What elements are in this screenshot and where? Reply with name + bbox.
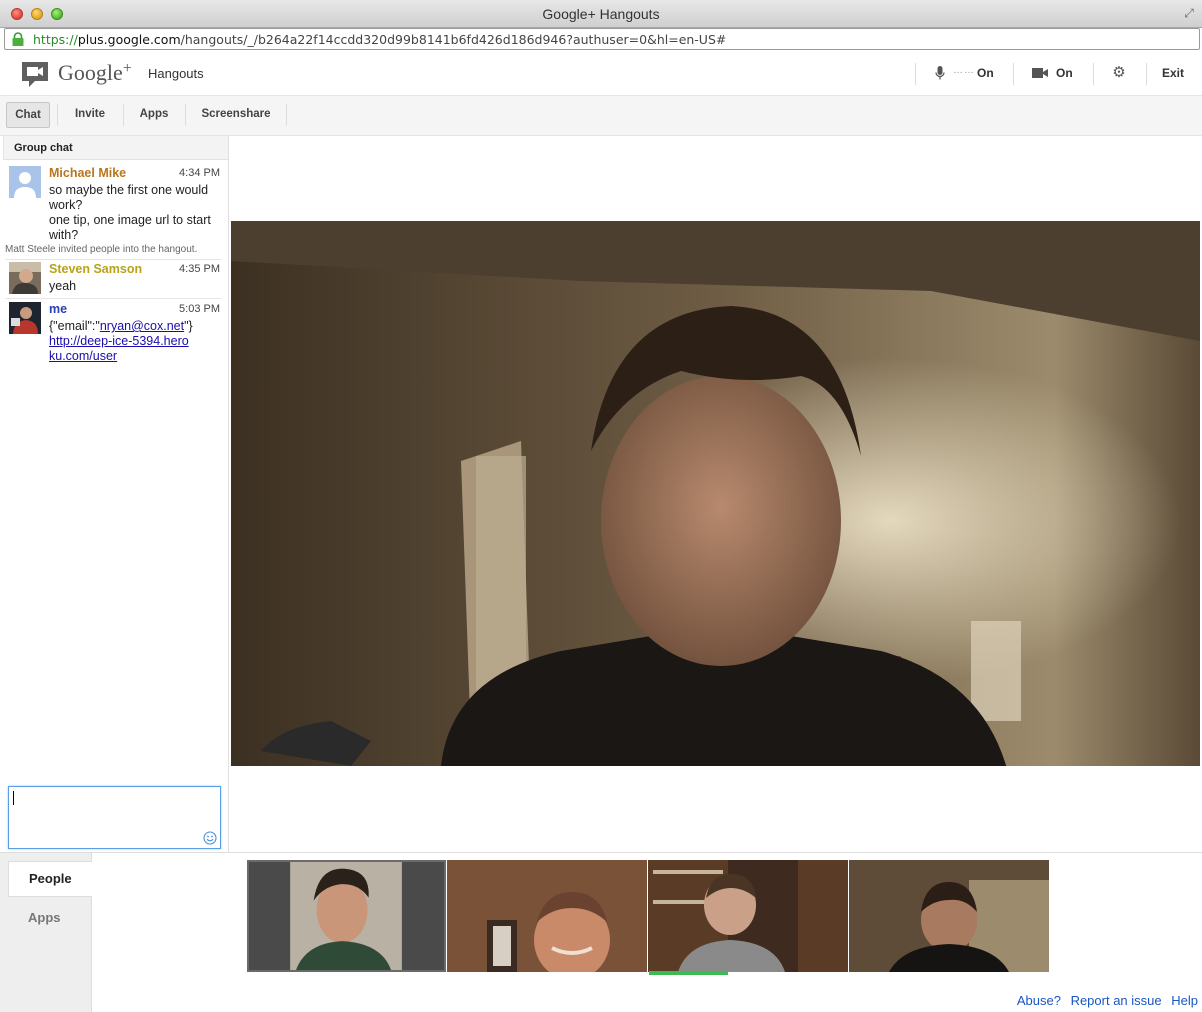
header-divider bbox=[1146, 63, 1147, 85]
exit-button[interactable]: Exit bbox=[1162, 66, 1184, 80]
chat-message: Michael Mike 4:34 PM so maybe the first … bbox=[3, 166, 228, 246]
header-divider bbox=[1093, 63, 1094, 85]
participant-thumbnail[interactable] bbox=[648, 860, 848, 972]
participant-thumbnail[interactable] bbox=[849, 860, 1049, 972]
emoji-icon[interactable] bbox=[203, 831, 217, 845]
message-text: {"email":"nryan@cox.net"} bbox=[49, 319, 221, 334]
message-divider bbox=[5, 259, 221, 260]
participants-bar: People Apps Abuse? Report an issue Help bbox=[0, 852, 1202, 1012]
message-time: 5:03 PM bbox=[179, 303, 220, 315]
chat-header-label: Group chat bbox=[14, 142, 73, 154]
window-title: Google+ Hangouts bbox=[542, 6, 660, 22]
header-divider bbox=[915, 63, 916, 85]
product-name: Hangouts bbox=[148, 66, 204, 81]
brand-text: Google bbox=[58, 60, 123, 85]
message-text: http://deep-ice-5394.heroku.com/user bbox=[49, 334, 189, 364]
avatar-me bbox=[9, 302, 41, 334]
toolbar-divider bbox=[185, 104, 186, 126]
toolbar-divider bbox=[286, 104, 287, 126]
hangouts-logo-icon bbox=[22, 62, 48, 87]
active-speaker-indicator bbox=[649, 971, 728, 975]
tab-invite[interactable]: Invite bbox=[62, 102, 118, 128]
participant-thumbnail[interactable] bbox=[447, 860, 647, 972]
chat-message: Steven Samson 4:35 PM yeah bbox=[3, 262, 228, 296]
message-sender[interactable]: Steven Samson bbox=[49, 262, 142, 276]
main-video-feed[interactable] bbox=[231, 221, 1200, 766]
tab-chat[interactable]: Chat bbox=[6, 102, 50, 128]
address-bar[interactable]: https://plus.google.com/hangouts/_/b264a… bbox=[4, 28, 1200, 50]
message-text-suffix: "} bbox=[184, 319, 193, 333]
gear-icon[interactable]: ⚙ bbox=[1111, 65, 1127, 81]
url-scheme: https:// bbox=[33, 32, 78, 47]
tab-people[interactable]: People bbox=[8, 861, 92, 897]
chat-message: me 5:03 PM {"email":"nryan@cox.net"} htt… bbox=[3, 302, 228, 366]
avatar-steven-samson bbox=[9, 262, 41, 294]
side-tabs: People Apps bbox=[0, 853, 92, 1012]
message-text: so maybe the first one would work? bbox=[49, 183, 209, 212]
message-text-prefix: {"email":" bbox=[49, 319, 100, 333]
participant-thumbnail[interactable] bbox=[247, 860, 446, 972]
message-sender[interactable]: Michael Mike bbox=[49, 166, 126, 180]
app-header: Google+ Hangouts …… On On ⚙ Exit bbox=[0, 51, 1202, 96]
chat-panel: Group chat Michael Mike 4:34 PM so maybe… bbox=[0, 136, 229, 852]
header-divider bbox=[1013, 63, 1014, 85]
mic-level-meter: …… bbox=[953, 65, 975, 76]
tab-screenshare[interactable]: Screenshare bbox=[190, 102, 282, 128]
toolbar: Chat Invite Apps Screenshare bbox=[0, 96, 1202, 136]
fullscreen-icon[interactable]: ⤢ bbox=[1182, 6, 1196, 20]
message-text: one tip, one image url to start with? bbox=[49, 213, 211, 242]
footer-links: Abuse? Report an issue Help bbox=[1011, 993, 1198, 1008]
toolbar-divider bbox=[57, 104, 58, 126]
chat-input[interactable] bbox=[8, 786, 221, 849]
microphone-icon[interactable] bbox=[935, 66, 945, 80]
mic-status[interactable]: On bbox=[977, 66, 994, 80]
message-divider bbox=[5, 298, 221, 299]
chat-header: Group chat bbox=[3, 136, 228, 160]
message-text: yeah bbox=[49, 279, 77, 293]
report-issue-link[interactable]: Report an issue bbox=[1071, 993, 1162, 1008]
window-titlebar: Google+ Hangouts ⤢ bbox=[0, 0, 1202, 28]
system-note: Matt Steele invited people into the hang… bbox=[5, 244, 198, 255]
camera-icon[interactable] bbox=[1032, 68, 1048, 78]
brand-plus: + bbox=[122, 60, 132, 77]
avatar-default-icon bbox=[9, 166, 41, 198]
google-plus-logo: Google+ bbox=[58, 60, 132, 86]
help-link[interactable]: Help bbox=[1171, 993, 1198, 1008]
url-link[interactable]: http://deep-ice-5394.heroku.com/user bbox=[49, 334, 189, 363]
toolbar-divider bbox=[123, 104, 124, 126]
email-link[interactable]: nryan@cox.net bbox=[100, 319, 184, 333]
url-text: https://plus.google.com/hangouts/_/b264a… bbox=[33, 32, 726, 47]
message-sender[interactable]: me bbox=[49, 302, 67, 316]
message-time: 4:35 PM bbox=[179, 263, 220, 275]
abuse-link[interactable]: Abuse? bbox=[1017, 993, 1061, 1008]
camera-status[interactable]: On bbox=[1056, 66, 1073, 80]
text-caret bbox=[13, 791, 14, 805]
tab-apps[interactable]: Apps bbox=[128, 102, 180, 128]
url-path: /hangouts/_/b264a22f14ccdd320d99b8141b6f… bbox=[180, 32, 727, 47]
message-time: 4:34 PM bbox=[179, 167, 220, 179]
url-host: plus.google.com bbox=[77, 32, 181, 47]
lock-icon bbox=[12, 32, 24, 46]
tab-apps-side[interactable]: Apps bbox=[8, 903, 92, 933]
